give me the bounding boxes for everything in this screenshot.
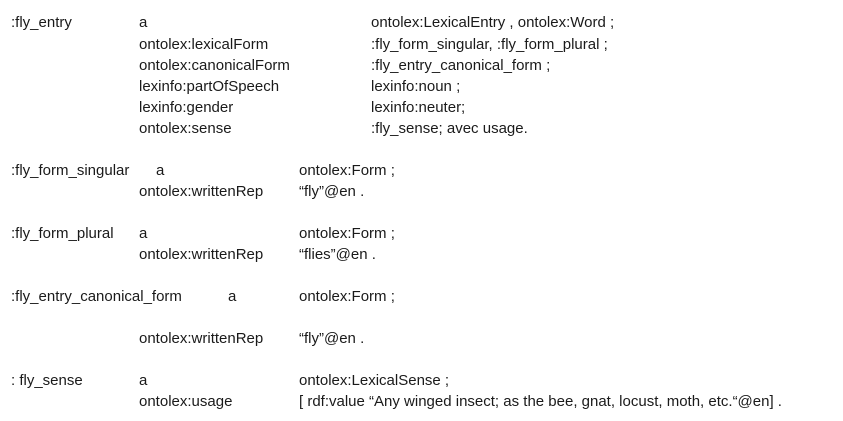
object: ontolex:Form ; [299,225,395,242]
predicate: ontolex:sense [139,120,232,137]
predicate: a [139,225,148,242]
predicate: ontolex:writtenRep [139,330,264,347]
object: ontolex:LexicalSense ; [299,372,450,389]
predicate: ontolex:canonicalForm [139,57,290,74]
predicate: ontolex:writtenRep [139,246,264,263]
object: ontolex:Form ; [299,288,395,305]
subject-fly-form-singular: :fly_form_singular [11,162,130,179]
object: ontolex:LexicalEntry , ontolex:Word ; [371,14,615,31]
object: [ rdf:value “Any winged insect; as the b… [299,393,782,410]
predicate: a [139,14,148,31]
object: lexinfo:noun ; [371,78,461,95]
predicate: a [228,288,237,305]
object: “fly”@en . [299,183,365,200]
predicate: lexinfo:partOfSpeech [139,78,280,95]
predicate: lexinfo:gender [139,99,234,116]
object: “flies”@en . [299,246,376,263]
object: :fly_sense; avec usage. [371,120,528,137]
object: “fly”@en . [299,330,365,347]
object: :fly_form_singular, :fly_form_plural ; [371,36,608,53]
subject-fly-entry: :fly_entry [11,14,72,31]
object: ontolex:Form ; [299,162,395,179]
object: :fly_entry_canonical_form ; [371,57,551,74]
predicate: a [139,372,148,389]
predicate: ontolex:writtenRep [139,183,264,200]
predicate: ontolex:usage [139,393,233,410]
predicate: ontolex:lexicalForm [139,36,269,53]
subject-fly-entry-canonical-form: :fly_entry_canonical_form [11,288,182,305]
object: lexinfo:neuter; [371,99,466,116]
subject-fly-sense: : fly_sense [11,372,83,389]
subject-fly-form-plural: :fly_form_plural [11,225,114,242]
predicate: a [156,162,165,179]
